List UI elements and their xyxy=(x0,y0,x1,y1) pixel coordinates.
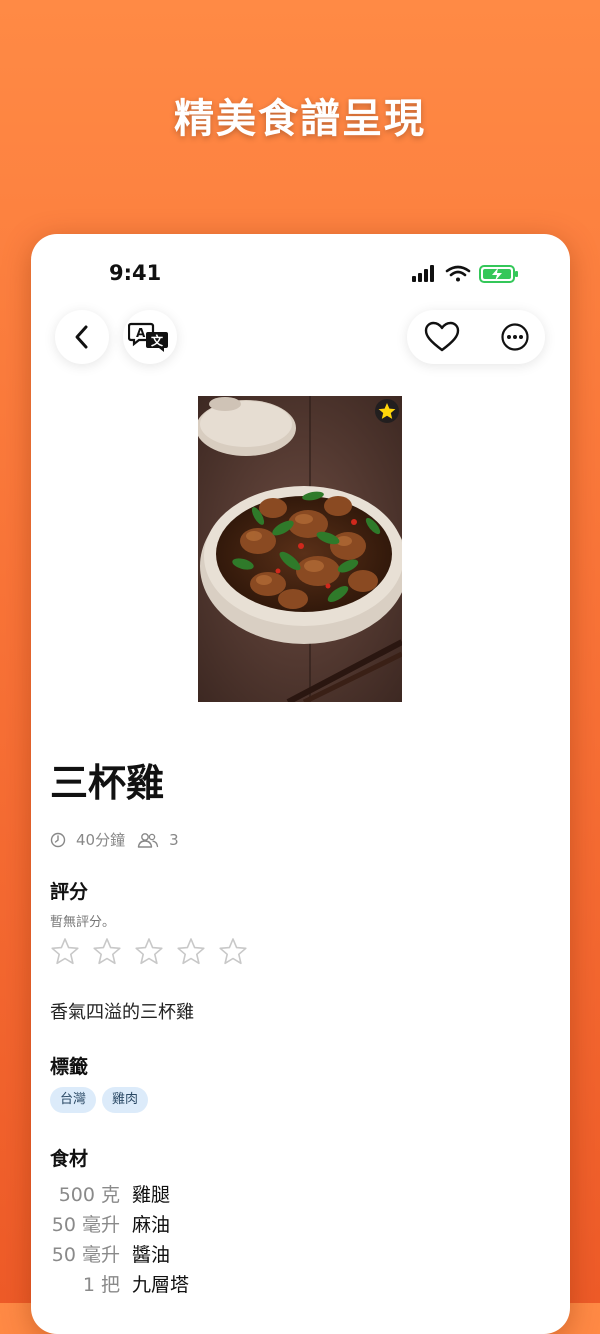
recipe-title: 三杯雞 xyxy=(50,761,165,805)
translate-button[interactable]: A 文 xyxy=(123,310,177,364)
tags-heading: 標籤 xyxy=(50,1056,89,1078)
cellular-signal-icon xyxy=(412,265,434,282)
tag-chip[interactable]: 雞肉 xyxy=(102,1087,149,1113)
action-pill xyxy=(407,310,545,364)
heart-icon xyxy=(424,321,460,352)
rating-stars xyxy=(50,937,248,966)
cook-time: 40分鐘 xyxy=(76,831,126,849)
ingredients-heading: 食材 xyxy=(50,1148,89,1170)
star-outline-icon[interactable] xyxy=(92,937,122,966)
ingredient-quantity: 50 毫升 xyxy=(51,1213,120,1236)
status-icons xyxy=(412,264,522,284)
favorite-button[interactable] xyxy=(424,310,460,364)
star-outline-icon[interactable] xyxy=(176,937,206,966)
star-badge-icon xyxy=(375,399,399,423)
svg-text:A: A xyxy=(136,326,146,340)
people-icon xyxy=(137,832,159,848)
rating-note: 暫無評分。 xyxy=(50,915,116,930)
servings-count: 3 xyxy=(169,830,179,849)
status-time: 9:41 xyxy=(109,261,162,285)
ingredient-row: 50 毫升 麻油 xyxy=(50,1208,189,1238)
more-button[interactable] xyxy=(500,310,530,364)
ingredient-row: 50 毫升 醬油 xyxy=(50,1238,189,1268)
star-outline-icon[interactable] xyxy=(50,937,80,966)
recipe-meta: 40分鐘 3 xyxy=(50,829,179,850)
star-outline-icon[interactable] xyxy=(218,937,248,966)
translate-icon: A 文 xyxy=(128,322,168,352)
svg-text:文: 文 xyxy=(151,333,164,348)
ingredient-list: 500 克 雞腿 50 毫升 麻油 50 毫升 醬油 1 把 九層塔 xyxy=(50,1178,189,1298)
phone-screen: 9:41 A 文 三杯雞 40分鐘 3 評分 暫無評分。 香氣四溢的三杯雞 標籤… xyxy=(31,234,570,1334)
ingredient-quantity: 50 毫升 xyxy=(51,1243,120,1266)
wifi-icon xyxy=(445,265,471,282)
recipe-photo xyxy=(198,396,402,702)
battery-icon xyxy=(479,265,518,283)
ingredient-name: 麻油 xyxy=(132,1213,171,1236)
rating-heading: 評分 xyxy=(50,881,89,903)
ingredient-name: 醬油 xyxy=(132,1243,171,1266)
ellipsis-circle-icon xyxy=(501,323,529,351)
ingredient-quantity: 500 克 xyxy=(58,1183,120,1206)
ingredient-name: 九層塔 xyxy=(132,1273,190,1296)
star-outline-icon[interactable] xyxy=(134,937,164,966)
hero-title: 精美食譜呈現 xyxy=(174,96,426,142)
chevron-left-icon xyxy=(75,325,88,349)
clock-icon xyxy=(50,832,66,847)
tag-list: 台灣 雞肉 xyxy=(50,1087,149,1113)
ingredient-name: 雞腿 xyxy=(132,1183,171,1206)
back-button[interactable] xyxy=(55,310,109,364)
ingredient-row: 1 把 九層塔 xyxy=(50,1268,189,1298)
recipe-description: 香氣四溢的三杯雞 xyxy=(50,1002,194,1023)
tag-chip[interactable]: 台灣 xyxy=(50,1087,97,1113)
ingredient-row: 500 克 雞腿 xyxy=(50,1178,189,1208)
ingredient-quantity: 1 把 xyxy=(82,1273,120,1296)
